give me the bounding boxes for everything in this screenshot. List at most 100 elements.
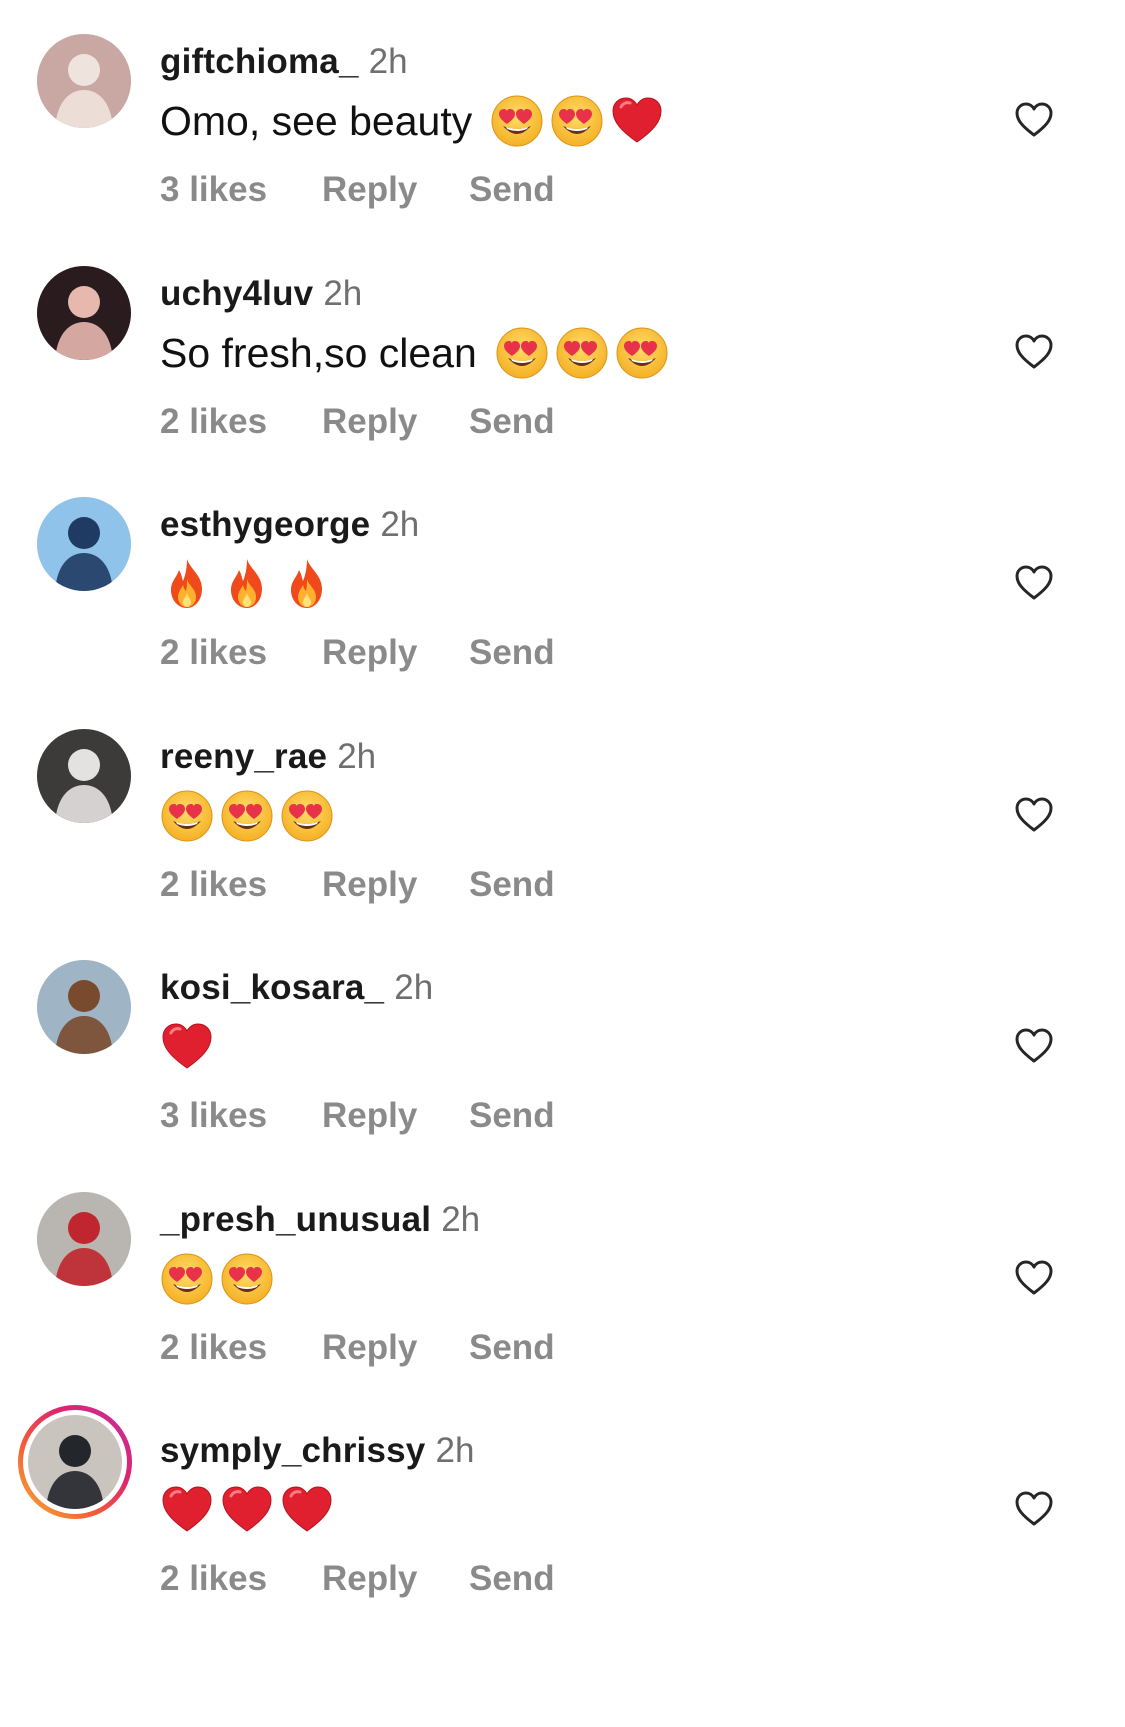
heart-eyes-emoji	[220, 789, 274, 843]
reply-button[interactable]: Reply	[322, 863, 469, 907]
heart-eyes-emoji	[280, 789, 334, 843]
comment-header: _presh_unusual 2h	[160, 1198, 480, 1242]
comment-actions: 2 likes Reply Send	[160, 863, 555, 907]
avatar[interactable]	[37, 34, 131, 128]
reply-button[interactable]: Reply	[322, 1557, 469, 1601]
comment-text: Omo, see beauty	[160, 98, 473, 144]
heart-outline-icon[interactable]	[1014, 795, 1054, 835]
comment-actions: 3 likes Reply Send	[160, 1094, 555, 1138]
comment-header: kosi_kosara_ 2h	[160, 966, 433, 1010]
comment-body	[160, 1481, 340, 1539]
heart-outline-icon[interactable]	[1014, 100, 1054, 140]
username[interactable]: esthygeorge	[160, 505, 370, 544]
heart-eyes-emoji	[555, 326, 609, 380]
fire-emoji	[160, 557, 214, 611]
avatar[interactable]	[37, 1191, 131, 1286]
likes-count[interactable]: 2 likes	[160, 863, 322, 907]
send-button[interactable]: Send	[469, 1094, 555, 1138]
fire-emoji	[220, 557, 274, 611]
likes-count[interactable]: 2 likes	[160, 400, 322, 444]
heart-eyes-emoji	[550, 94, 604, 148]
comment-item: esthygeorge 2h 2 likes Reply Send	[0, 493, 1125, 748]
comment-item: reeny_rae 2h 2 likes Reply Send	[0, 725, 1125, 980]
red-heart-emoji	[160, 1020, 214, 1074]
comment-time: 2h	[337, 736, 377, 776]
heart-outline-icon[interactable]	[1014, 1026, 1054, 1066]
comment-time: 2h	[368, 42, 408, 81]
comment-actions: 3 likes Reply Send	[160, 168, 555, 212]
comment-header: giftchioma_ 2h	[160, 40, 408, 84]
comment-item: giftchioma_ 2h Omo, see beauty 3 likes Reply…	[0, 30, 1125, 285]
heart-eyes-emoji	[220, 1252, 274, 1306]
username[interactable]: giftchioma_	[160, 42, 359, 81]
avatar[interactable]	[37, 728, 131, 823]
reply-button[interactable]: Reply	[322, 1326, 469, 1370]
comment-header: uchy4luv 2h	[160, 272, 362, 316]
comment-list: giftchioma_ 2h Omo, see beauty 3 likes Reply…	[0, 0, 1125, 1727]
comment-time: 2h	[394, 968, 434, 1007]
comment-item: uchy4luv 2h So fresh,so clean 2 likes Reply S…	[0, 262, 1125, 517]
heart-eyes-emoji	[160, 1252, 214, 1306]
comment-actions: 2 likes Reply Send	[160, 400, 555, 444]
heart-eyes-emoji	[615, 326, 669, 380]
red-heart-emoji	[280, 1483, 334, 1537]
comment-body	[160, 555, 340, 613]
avatar-with-story-ring[interactable]	[18, 1405, 132, 1519]
likes-count[interactable]: 2 likes	[160, 631, 322, 675]
heart-outline-icon[interactable]	[1014, 1258, 1054, 1298]
send-button[interactable]: Send	[469, 631, 555, 675]
fire-emoji	[280, 557, 334, 611]
avatar-image	[28, 1415, 122, 1509]
comment-actions: 2 likes Reply Send	[160, 1326, 555, 1370]
comment-actions: 2 likes Reply Send	[160, 1557, 555, 1601]
send-button[interactable]: Send	[469, 1557, 555, 1601]
heart-eyes-emoji	[495, 326, 549, 380]
comment-body: So fresh,so clean	[160, 324, 675, 382]
send-button[interactable]: Send	[469, 863, 555, 907]
username[interactable]: reeny_rae	[160, 737, 327, 776]
comment-item: symply_chrissy 2h 2 likes Reply Send	[0, 1405, 1125, 1674]
comment-item: kosi_kosara_ 2h 3 likes Reply Send	[0, 956, 1125, 1211]
comment-body	[160, 1018, 220, 1076]
comment-header: reeny_rae 2h	[160, 735, 376, 779]
send-button[interactable]: Send	[469, 400, 555, 444]
heart-outline-icon[interactable]	[1014, 332, 1054, 372]
comment-item: _presh_unusual 2h 2 likes Reply Send	[0, 1188, 1125, 1443]
heart-eyes-emoji	[160, 789, 214, 843]
likes-count[interactable]: 2 likes	[160, 1326, 322, 1370]
heart-eyes-emoji	[490, 94, 544, 148]
red-heart-emoji	[610, 94, 664, 148]
comment-time: 2h	[380, 505, 420, 544]
comment-time: 2h	[435, 1431, 475, 1470]
send-button[interactable]: Send	[469, 168, 555, 212]
likes-count[interactable]: 2 likes	[160, 1557, 322, 1601]
avatar[interactable]	[37, 497, 131, 591]
reply-button[interactable]: Reply	[322, 1094, 469, 1138]
reply-button[interactable]: Reply	[322, 400, 469, 444]
heart-outline-icon[interactable]	[1014, 1489, 1054, 1529]
send-button[interactable]: Send	[469, 1326, 555, 1370]
reply-button[interactable]: Reply	[322, 168, 469, 212]
comment-header: symply_chrissy 2h	[160, 1429, 474, 1473]
heart-outline-icon[interactable]	[1014, 563, 1054, 603]
username[interactable]: symply_chrissy	[160, 1431, 425, 1470]
comment-header: esthygeorge 2h	[160, 503, 419, 547]
red-heart-emoji	[220, 1483, 274, 1537]
comment-body	[160, 787, 340, 845]
story-ring-gap	[23, 1410, 127, 1514]
username[interactable]: _presh_unusual	[160, 1200, 431, 1239]
username[interactable]: uchy4luv	[160, 274, 313, 313]
username[interactable]: kosi_kosara_	[160, 968, 384, 1007]
avatar[interactable]	[37, 265, 131, 360]
red-heart-emoji	[160, 1483, 214, 1537]
likes-count[interactable]: 3 likes	[160, 168, 322, 212]
avatar[interactable]	[37, 960, 131, 1054]
comment-actions: 2 likes Reply Send	[160, 631, 555, 675]
comment-text: So fresh,so clean	[160, 329, 477, 376]
comment-body	[160, 1250, 280, 1308]
comment-time: 2h	[323, 273, 363, 313]
comment-time: 2h	[441, 1199, 481, 1239]
comment-body: Omo, see beauty	[160, 92, 670, 150]
reply-button[interactable]: Reply	[322, 631, 469, 675]
likes-count[interactable]: 3 likes	[160, 1094, 322, 1138]
